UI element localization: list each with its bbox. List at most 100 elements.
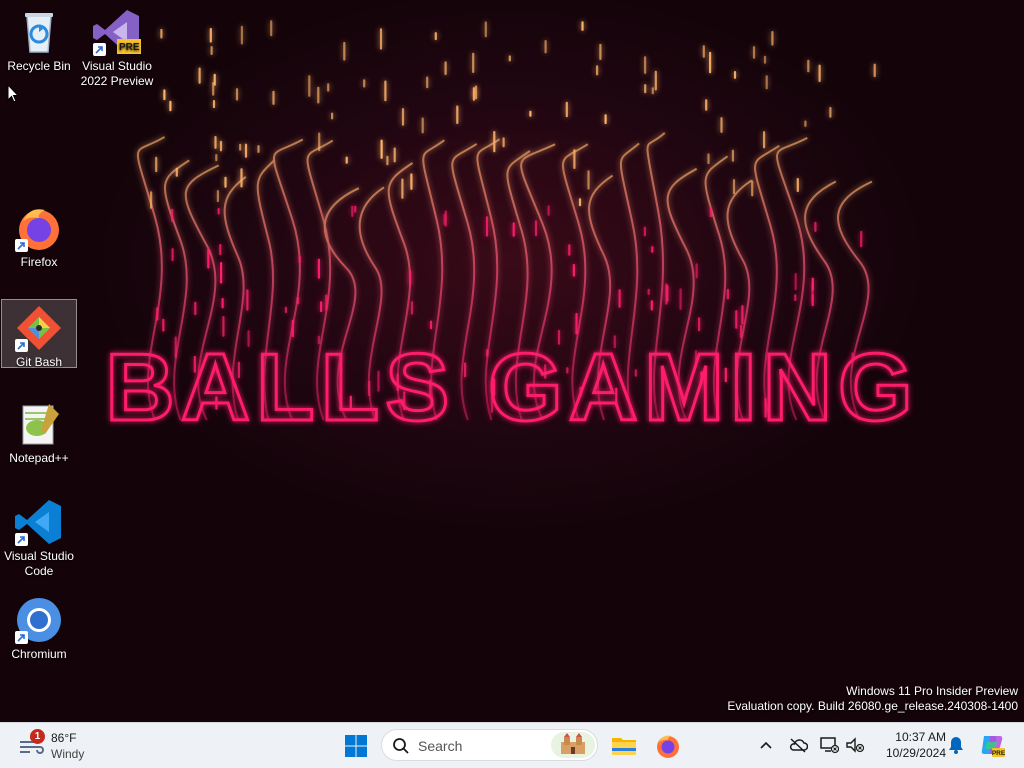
spark: [575, 313, 578, 335]
spark: [794, 294, 797, 302]
spark: [485, 216, 489, 237]
spark: [401, 178, 404, 199]
weather-temperature: 86°F: [51, 731, 77, 745]
taskbar-clock[interactable]: 10:37 AM 10/29/2024: [872, 729, 946, 761]
volume-muted-icon[interactable]: [844, 734, 866, 756]
spark: [474, 85, 478, 100]
desktop-icon-firefox[interactable]: Firefox: [1, 200, 77, 270]
spark: [493, 131, 496, 153]
spark: [707, 153, 710, 165]
desktop-icon-chromium[interactable]: Chromium: [1, 592, 77, 662]
spark: [210, 46, 213, 55]
spark: [581, 21, 584, 31]
spark: [665, 283, 668, 305]
spark: [578, 198, 582, 207]
spark: [472, 52, 475, 73]
clock-date: 10/29/2024: [885, 746, 946, 760]
spark: [618, 289, 621, 308]
search-icon: [392, 737, 410, 760]
spark: [544, 40, 547, 54]
desktop-icon-label: Recycle Bin: [7, 59, 71, 73]
spark: [472, 87, 475, 101]
spark: [651, 87, 654, 95]
visual-studio-icon: PRE: [93, 8, 141, 56]
spark: [217, 208, 220, 215]
spark: [644, 84, 647, 94]
taskbar-search-box[interactable]: Search: [381, 729, 598, 761]
spark: [547, 205, 550, 216]
firefox-icon: [657, 735, 679, 758]
copilot-preview-icon[interactable]: PRE: [979, 732, 1005, 758]
desktop-icon-label: Visual Studio 2022 Preview: [80, 59, 154, 88]
onedrive-offline-icon[interactable]: [787, 734, 809, 756]
spark: [162, 318, 165, 332]
spark: [297, 296, 300, 305]
mouse-cursor-icon: [7, 83, 20, 108]
weather-condition: Windy: [51, 747, 85, 761]
notepad-plus-plus-icon: [15, 400, 63, 448]
desktop-icon-recycle-bin[interactable]: Recycle Bin: [1, 4, 77, 74]
desktop-icon-label: Notepad++: [9, 451, 69, 465]
spark: [244, 143, 248, 158]
search-highlight-castle-icon: [551, 732, 595, 763]
spark: [604, 114, 607, 125]
chromium-icon: [15, 596, 63, 644]
spark: [512, 222, 515, 237]
spark: [587, 170, 590, 190]
spark: [565, 101, 568, 118]
spark: [207, 249, 210, 269]
spark: [224, 176, 227, 188]
desktop-icon-visual-studio-code[interactable]: Visual Studio Code: [1, 494, 77, 579]
spark: [214, 136, 217, 149]
show-hidden-icons-chevron-icon[interactable]: [755, 734, 777, 756]
spark: [735, 310, 738, 329]
spark: [596, 65, 599, 76]
desktop-icon-notepad-plus-plus[interactable]: Notepad++: [1, 396, 77, 466]
spark: [709, 51, 712, 74]
spark: [212, 100, 216, 109]
spark: [298, 255, 301, 264]
spark: [741, 305, 744, 325]
spark: [239, 143, 242, 151]
spark: [705, 99, 708, 111]
spark: [235, 88, 239, 101]
spark: [456, 105, 459, 124]
taskbar-firefox[interactable]: [650, 728, 686, 764]
watermark-line-1: Windows 11 Pro Insider Preview: [846, 684, 1018, 698]
spark: [720, 117, 723, 133]
spark: [698, 317, 701, 332]
spark: [410, 173, 413, 190]
spark: [752, 46, 756, 59]
spark: [529, 110, 532, 117]
start-button[interactable]: [338, 728, 374, 764]
spark: [534, 220, 538, 237]
spark: [343, 42, 346, 61]
taskbar-file-explorer[interactable]: [606, 728, 642, 764]
wallpaper-art: BALLS GAMING: [104, 20, 914, 443]
spark: [763, 131, 766, 149]
spark: [331, 112, 334, 120]
spark: [873, 63, 876, 78]
spark: [345, 156, 348, 164]
spark: [169, 100, 172, 112]
spark: [647, 288, 650, 295]
spark: [804, 120, 807, 127]
spark: [308, 75, 311, 97]
network-disconnected-icon[interactable]: [818, 734, 840, 756]
spark: [508, 55, 511, 62]
spark: [444, 61, 447, 75]
spark: [731, 149, 734, 162]
clock-time: 10:37 AM: [895, 730, 946, 744]
spark: [695, 263, 698, 279]
spark: [444, 210, 447, 227]
weather-widget[interactable]: 1 86°F Windy: [14, 727, 104, 763]
shortcut-arrow-icon: [15, 533, 28, 546]
desktop-icon-visual-studio-2022-preview[interactable]: PRE Visual Studio 2022 Preview: [79, 4, 155, 89]
spark: [650, 300, 653, 311]
desktop-icon-git-bash[interactable]: Git Bash: [1, 299, 77, 369]
spark: [393, 147, 396, 163]
spark: [807, 59, 810, 73]
notification-bell-icon[interactable]: [945, 734, 967, 756]
spark: [150, 191, 153, 209]
firefox-icon: [15, 204, 63, 252]
